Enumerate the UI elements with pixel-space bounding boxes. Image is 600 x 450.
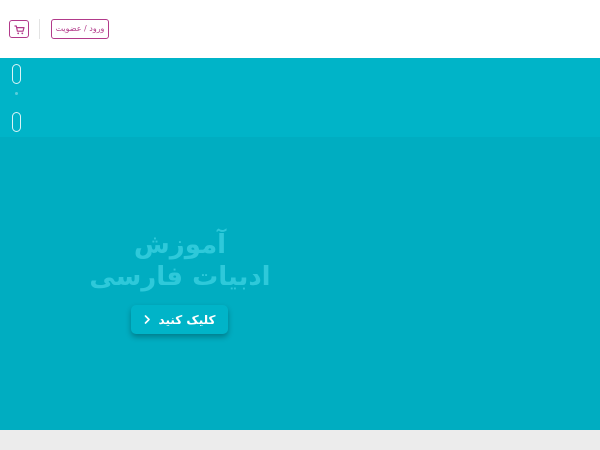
chevron-right-icon: [144, 314, 151, 326]
hero-title-line2: ادبیات فارسی: [89, 262, 271, 292]
login-register-button[interactable]: ورود / عضویت: [51, 19, 109, 39]
top-band: [0, 58, 600, 137]
footer-strip: [0, 430, 600, 450]
cart-button[interactable]: [9, 20, 29, 38]
slider-control-bottom[interactable]: [12, 112, 21, 132]
click-here-button[interactable]: کلیک کنید: [131, 305, 228, 334]
hero-banner: آموزش ادبیات فارسی کلیک کنید: [0, 137, 600, 430]
hero-title-line1: آموزش: [133, 230, 227, 260]
header-divider: [39, 19, 40, 39]
site-header: ورود / عضویت: [0, 0, 600, 58]
band-dot: [15, 92, 18, 95]
slider-control-top[interactable]: [12, 64, 21, 84]
hero-title: آموزش ادبیات فارسی: [70, 229, 290, 293]
cta-label: کلیک کنید: [158, 312, 216, 327]
cart-icon: [14, 20, 25, 39]
